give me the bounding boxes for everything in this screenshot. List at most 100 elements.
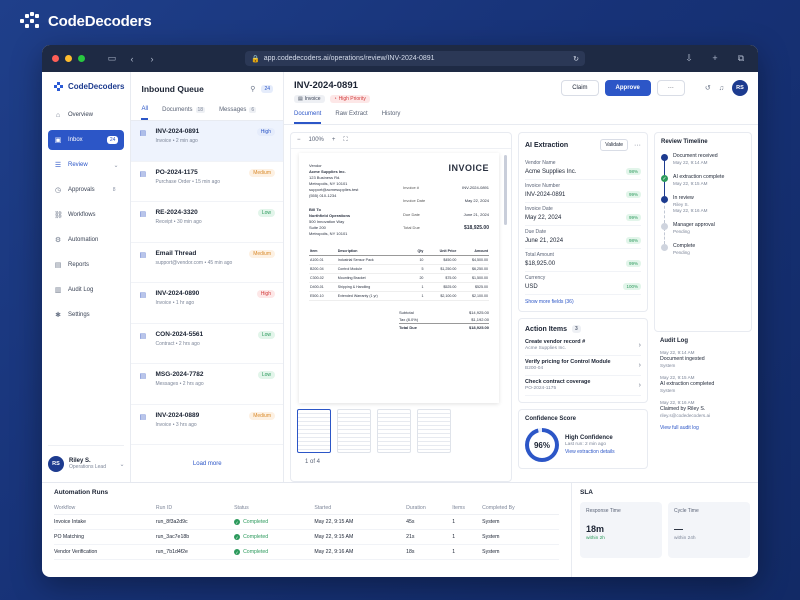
back-icon[interactable]: ‹ bbox=[125, 54, 139, 64]
fullscreen-icon[interactable]: ⛶ bbox=[343, 137, 347, 144]
extracted-field[interactable]: Vendor Name Acme Supplies Inc. 98% bbox=[525, 157, 641, 180]
download-icon[interactable]: ⇩ bbox=[682, 53, 696, 64]
priority-badge: Medium bbox=[249, 249, 275, 258]
action-item[interactable]: Check contract coverage PO-2024-1175 › bbox=[525, 376, 641, 396]
queue-item[interactable]: ▤ INV-2024-0889 Invoice • 3 hrs ago Medium bbox=[131, 405, 283, 445]
sidebar-toggle-icon[interactable]: ▭ bbox=[105, 53, 119, 64]
zoom-out-icon[interactable]: − bbox=[297, 137, 301, 144]
tab-documents[interactable]: Documents 18 bbox=[162, 106, 206, 120]
sidebar-item-review[interactable]: ☰ Review ⌄ bbox=[48, 155, 124, 175]
close-window-button[interactable] bbox=[52, 55, 59, 62]
approve-button[interactable]: Approve bbox=[604, 80, 651, 96]
tabs-overview-icon[interactable]: ⧉ bbox=[734, 53, 748, 64]
sidebar-item-label: Automation bbox=[68, 237, 99, 243]
sidebar-brand[interactable]: CodeDecoders bbox=[54, 82, 124, 91]
queue-item[interactable]: ▤ PO-2024-1175 Purchase Order • 15 min ago… bbox=[131, 162, 283, 202]
document-icon: ▤ bbox=[139, 170, 147, 178]
sidebar-item-overview[interactable]: ⌂ Overview bbox=[48, 105, 124, 125]
queue-item[interactable]: ▤ INV-2024-0891 Invoice • 2 min ago High bbox=[131, 121, 283, 162]
zoom-level[interactable]: 100% bbox=[309, 137, 324, 144]
maximize-window-button[interactable] bbox=[78, 55, 85, 62]
extracted-field[interactable]: Due Date June 21, 2024 98% bbox=[525, 226, 641, 249]
view-full-audit-log-link[interactable]: View full audit log bbox=[660, 425, 746, 431]
page-thumbnail[interactable] bbox=[337, 409, 371, 453]
sidebar-item-audit-log[interactable]: ▥ Audit Log bbox=[48, 280, 124, 300]
tab-history[interactable]: History bbox=[382, 111, 401, 124]
tab-raw-extract[interactable]: Raw Extract bbox=[335, 111, 367, 124]
invoice-cell: $2,100.00 bbox=[457, 291, 489, 301]
tab-document[interactable]: Document bbox=[294, 111, 322, 124]
field-label: Invoice Date bbox=[525, 206, 553, 212]
address-bar[interactable]: 🔒 app.codedecoders.ai/operations/review/… bbox=[245, 51, 585, 66]
timeline-step-detail: Pending bbox=[673, 229, 690, 234]
zoom-in-icon[interactable]: + bbox=[332, 137, 336, 144]
runs-cell: System bbox=[482, 544, 559, 560]
invoice-column-header: Amount bbox=[457, 247, 489, 256]
field-value: USD bbox=[525, 283, 538, 290]
timeline-dot-icon bbox=[661, 154, 668, 161]
table-row[interactable]: PO Matching run_3ac7e18b ✓ Completed May 22,… bbox=[54, 529, 559, 545]
invoice-cell: $2,100.00 bbox=[424, 291, 458, 301]
validate-button[interactable]: Validate bbox=[600, 139, 628, 151]
sla-value: 18m bbox=[586, 524, 605, 534]
forward-icon[interactable]: › bbox=[145, 54, 159, 64]
queue-item[interactable]: ▤ CON-2024-5561 Contract • 2 hrs ago Low bbox=[131, 324, 283, 364]
view-extraction-details-link[interactable]: View extraction details bbox=[565, 449, 615, 455]
queue-item[interactable]: ▤ RE-2024-3320 Receipt • 30 min ago Low bbox=[131, 202, 283, 243]
action-item[interactable]: Verify pricing for Control Module B200-04… bbox=[525, 356, 641, 376]
extracted-field[interactable]: Total Amount $18,925.00 99% bbox=[525, 249, 641, 272]
user-menu[interactable]: RS Riley S. Operations Lead ⌄ bbox=[48, 445, 125, 472]
field-value: $18,925.00 bbox=[525, 260, 556, 267]
bell-icon[interactable]: ♫ bbox=[719, 85, 724, 92]
sidebar-item-workflows[interactable]: ⛓ Workflows bbox=[48, 205, 124, 225]
field-value: INV-2024-0891 bbox=[525, 191, 566, 198]
tab-messages[interactable]: Messages 6 bbox=[219, 106, 257, 120]
more-options-button[interactable]: ··· bbox=[656, 80, 685, 96]
confidence-card: Confidence Score 96% High Confidence Las… bbox=[518, 409, 648, 469]
claim-button[interactable]: Claim bbox=[561, 80, 599, 96]
avatar[interactable]: RS bbox=[732, 80, 748, 96]
extracted-field[interactable]: Invoice Number INV-2024-0891 99% bbox=[525, 180, 641, 203]
queue-item[interactable]: ▤ INV-2024-0890 Invoice • 1 hr ago High bbox=[131, 283, 283, 324]
table-row[interactable]: Invoice Intake run_8f3a2d9c ✓ Completed May … bbox=[54, 514, 559, 530]
history-icon[interactable]: ↺ bbox=[705, 84, 711, 92]
tab-label: All bbox=[141, 106, 149, 112]
runs-cell: Vendor Verification bbox=[54, 544, 156, 560]
sidebar-item-label: Settings bbox=[68, 312, 90, 318]
invoice-cell: Mounting Bracket bbox=[336, 273, 411, 283]
reload-icon[interactable]: ↻ bbox=[573, 55, 579, 63]
page-thumbnail[interactable] bbox=[377, 409, 411, 453]
minimize-window-button[interactable] bbox=[65, 55, 72, 62]
confidence-badge: 100% bbox=[623, 283, 641, 290]
show-more-fields-link[interactable]: Show more fields (36) bbox=[525, 299, 641, 305]
new-tab-icon[interactable]: + bbox=[708, 53, 722, 64]
preview-scrollbar[interactable] bbox=[504, 155, 507, 225]
queue-item-title: Email Thread bbox=[155, 249, 197, 257]
document-icon: ▤ bbox=[139, 332, 147, 340]
invoice-meta-key: Due Date bbox=[403, 211, 420, 217]
table-row[interactable]: Vendor Verification run_7b1d4f2e ✓ Complete… bbox=[54, 544, 559, 560]
sidebar-item-inbox[interactable]: ▣ Inbox 24 bbox=[48, 130, 125, 150]
invoice-total-row: Tax (8.0%) $1,192.00 bbox=[399, 316, 489, 323]
filter-icon[interactable]: ⚲ bbox=[250, 85, 255, 93]
timeline-step-title: Complete bbox=[673, 243, 696, 249]
browser-chrome: ▭ ‹ › 🔒 app.codedecoders.ai/operations/r… bbox=[42, 45, 758, 72]
sidebar-item-settings[interactable]: ✱ Settings bbox=[48, 305, 124, 325]
invoice-cell: B200-04 bbox=[309, 264, 337, 274]
tab-all[interactable]: All bbox=[141, 106, 149, 120]
more-icon[interactable]: ··· bbox=[634, 142, 641, 149]
page-thumbnail[interactable] bbox=[297, 409, 331, 453]
extracted-field[interactable]: Currency USD 100% bbox=[525, 272, 641, 295]
page-thumbnails bbox=[297, 409, 451, 453]
audit-icon: ▥ bbox=[54, 287, 62, 294]
page-thumbnail[interactable] bbox=[417, 409, 451, 453]
queue-item-title: RE-2024-3320 bbox=[155, 209, 198, 216]
queue-item[interactable]: ▤ Email Thread support@vendor.com • 45 min… bbox=[131, 243, 283, 283]
sidebar-item-reports[interactable]: ▤ Reports bbox=[48, 255, 124, 275]
extracted-field[interactable]: Invoice Date May 22, 2024 99% bbox=[525, 203, 641, 226]
action-item[interactable]: Create vendor record # Acme Supplies Inc.… bbox=[525, 336, 641, 356]
sidebar-item-automation[interactable]: ⚙ Automation bbox=[48, 230, 124, 250]
sidebar-item-approvals[interactable]: ◷ Approvals 8 bbox=[48, 180, 124, 200]
load-more-link[interactable]: Load more bbox=[131, 461, 283, 467]
queue-item[interactable]: ▤ MSG-2024-7782 Messages • 2 hrs ago Low bbox=[131, 364, 283, 405]
